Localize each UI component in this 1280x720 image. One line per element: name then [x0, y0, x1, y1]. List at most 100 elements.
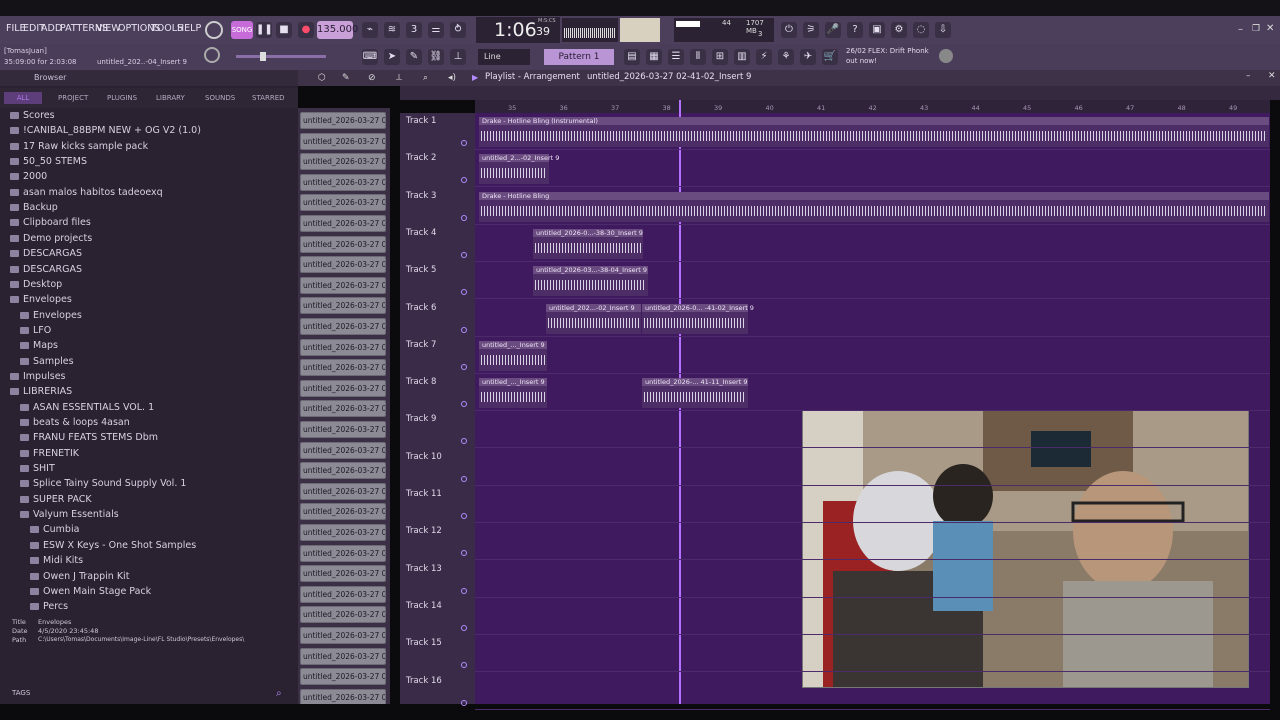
- tab-starred[interactable]: STARRED: [252, 94, 285, 102]
- channel-rack-icon[interactable]: ☰: [668, 49, 684, 65]
- step-edit-icon[interactable]: ⚌: [428, 22, 444, 38]
- close-icon[interactable]: ✕: [1266, 23, 1274, 34]
- clip-source-item[interactable]: untitled_2026-03-27 02-: [300, 421, 386, 438]
- clip-source-item[interactable]: untitled_2026-03-27 02-: [300, 318, 386, 335]
- track-lane[interactable]: [475, 561, 1270, 598]
- browser-item[interactable]: Percs: [30, 601, 68, 612]
- clip-source-item[interactable]: untitled_2026-03-27 02-: [300, 215, 386, 232]
- browser-item[interactable]: LFO: [20, 325, 51, 336]
- pitch-knob[interactable]: [204, 47, 220, 63]
- select-icon[interactable]: ⬡: [318, 73, 326, 83]
- track-lane[interactable]: [475, 150, 1270, 188]
- browser-item[interactable]: Splice Tainy Sound Supply Vol. 1: [20, 478, 186, 489]
- browser-item[interactable]: 17 Raw kicks sample pack: [10, 141, 148, 152]
- clip-source-item[interactable]: untitled_2026-03-27 02-: [300, 482, 386, 500]
- clip-source-item[interactable]: untitled_2026-03-27 02-: [300, 194, 386, 212]
- browser-item[interactable]: FRENETIK: [20, 448, 79, 459]
- zoom-icon[interactable]: ⌕: [423, 73, 428, 83]
- browser-item[interactable]: Cumbia: [30, 524, 79, 535]
- track-lane[interactable]: [475, 486, 1270, 523]
- piano-roll-icon[interactable]: ▦: [646, 49, 662, 65]
- track-lane[interactable]: [475, 635, 1270, 673]
- clip-source-item[interactable]: untitled_2026-03-27 02-: [300, 503, 386, 521]
- track-name[interactable]: Track 16: [406, 676, 442, 686]
- mixer-icon[interactable]: ⚞: [803, 22, 819, 38]
- browser-item[interactable]: Maps: [20, 340, 58, 351]
- browser-item[interactable]: asan malos habitos tadeoexq: [10, 187, 163, 198]
- track-name[interactable]: Track 10: [406, 452, 442, 462]
- track-name[interactable]: Track 12: [406, 526, 442, 536]
- track-lane[interactable]: [475, 523, 1270, 561]
- project-info-icon[interactable]: ⚘: [778, 49, 794, 65]
- clip-source-item[interactable]: untitled_2026-03-27 02-: [300, 338, 386, 356]
- clip-source-item[interactable]: untitled_2026-03-27 02-: [300, 256, 386, 274]
- browser-item[interactable]: Impulses: [10, 371, 66, 382]
- track-name[interactable]: Track 2: [406, 153, 436, 163]
- browser-item[interactable]: DESCARGAS: [10, 248, 82, 259]
- track-lane[interactable]: [475, 374, 1270, 412]
- minimize-icon[interactable]: –: [1238, 24, 1243, 35]
- clip-source-item[interactable]: untitled_2026-03-27 02-: [300, 379, 386, 397]
- clip-source-item[interactable]: untitled_2026-03-27 02-: [300, 606, 386, 624]
- clip-source-item[interactable]: untitled_2026-03-27 02-: [300, 565, 386, 583]
- clip-source-item[interactable]: untitled_2026-03-27 02-: [300, 544, 386, 562]
- browser-item[interactable]: Samples: [20, 356, 74, 367]
- browser-item[interactable]: 2000: [10, 171, 47, 182]
- master-pitch-slider[interactable]: [236, 52, 326, 61]
- browser-item[interactable]: DESCARGAS: [10, 264, 82, 275]
- time-display[interactable]: 1:06 39 M:S:CS: [476, 17, 560, 43]
- record-icon[interactable]: ●: [298, 22, 314, 38]
- browser-item[interactable]: !CANIBAL_88BPM NEW + OG V2 (1.0): [10, 125, 201, 136]
- track-enable-toggle[interactable]: [461, 699, 467, 706]
- track-enable-toggle[interactable]: [461, 214, 467, 221]
- news-text-2[interactable]: out now!: [846, 57, 877, 65]
- draw-icon[interactable]: ✎: [342, 73, 350, 83]
- download-icon[interactable]: ⇩: [935, 22, 951, 38]
- track-lane[interactable]: [475, 673, 1270, 710]
- browser-item[interactable]: Envelopes: [20, 310, 82, 321]
- song-mode-toggle[interactable]: SONG: [231, 21, 253, 39]
- clip-source-item[interactable]: untitled_2026-03-27 02-: [300, 441, 386, 459]
- news-text[interactable]: FLEX: Drift Phonk: [868, 47, 929, 55]
- clip-source-item[interactable]: untitled_2026-03-27 02-: [300, 668, 386, 686]
- master-pitch-handle[interactable]: [260, 52, 266, 61]
- track-enable-toggle[interactable]: [461, 326, 467, 333]
- shop-icon[interactable]: 🛒: [822, 49, 838, 65]
- microphone-icon[interactable]: 🎤: [825, 22, 841, 38]
- clip-source-item[interactable]: untitled_2026-03-27 02-: [300, 462, 386, 480]
- pause-icon[interactable]: ❚❚: [256, 22, 273, 38]
- browser-item[interactable]: SUPER PACK: [20, 494, 92, 505]
- clip-source-item[interactable]: untitled_2026-03-27 02-: [300, 235, 386, 253]
- chat-icon[interactable]: ◌: [913, 22, 929, 38]
- track-name[interactable]: Track 4: [406, 228, 436, 238]
- track-enable-toggle[interactable]: [461, 140, 467, 146]
- track-lane[interactable]: [475, 337, 1270, 374]
- power-icon[interactable]: ⏻: [781, 22, 797, 38]
- help-icon[interactable]: ?: [847, 22, 863, 38]
- clip-source-item[interactable]: untitled_2026-03-27 02-: [300, 173, 386, 191]
- clip-source-item[interactable]: untitled_2026-03-27 02-: [300, 627, 386, 644]
- browser-icon[interactable]: ⊞: [712, 49, 728, 65]
- track-name[interactable]: Track 15: [406, 638, 442, 648]
- browser-item[interactable]: Clipboard files: [10, 217, 91, 228]
- track-lane[interactable]: [475, 449, 1270, 486]
- browser-item[interactable]: Owen J Trappin Kit: [30, 571, 129, 582]
- tab-project[interactable]: PROJECT: [58, 94, 88, 102]
- track-name[interactable]: Track 3: [406, 191, 436, 201]
- track-enable-toggle[interactable]: [461, 251, 467, 258]
- browser-item[interactable]: Demo projects: [10, 233, 92, 244]
- track-name[interactable]: Track 14: [406, 601, 442, 611]
- clip-source-item[interactable]: untitled_2026-03-27 02-: [300, 359, 386, 377]
- metronome-icon[interactable]: ⌁: [362, 22, 378, 38]
- browser-item[interactable]: Desktop: [10, 279, 62, 290]
- stamp-icon[interactable]: ⊥: [450, 49, 466, 65]
- tag-icon[interactable]: ✈: [800, 49, 816, 65]
- tempo-display[interactable]: 135.000: [317, 21, 358, 39]
- track-lane[interactable]: [475, 411, 1270, 449]
- save-icon[interactable]: ▣: [869, 22, 885, 38]
- link-icon[interactable]: ⛓: [428, 49, 444, 65]
- track-enable-toggle[interactable]: [461, 513, 467, 519]
- browser-item[interactable]: SHIT: [20, 463, 55, 474]
- wait-input-icon[interactable]: ≋: [384, 22, 400, 38]
- slice-icon[interactable]: ⟂: [396, 73, 402, 83]
